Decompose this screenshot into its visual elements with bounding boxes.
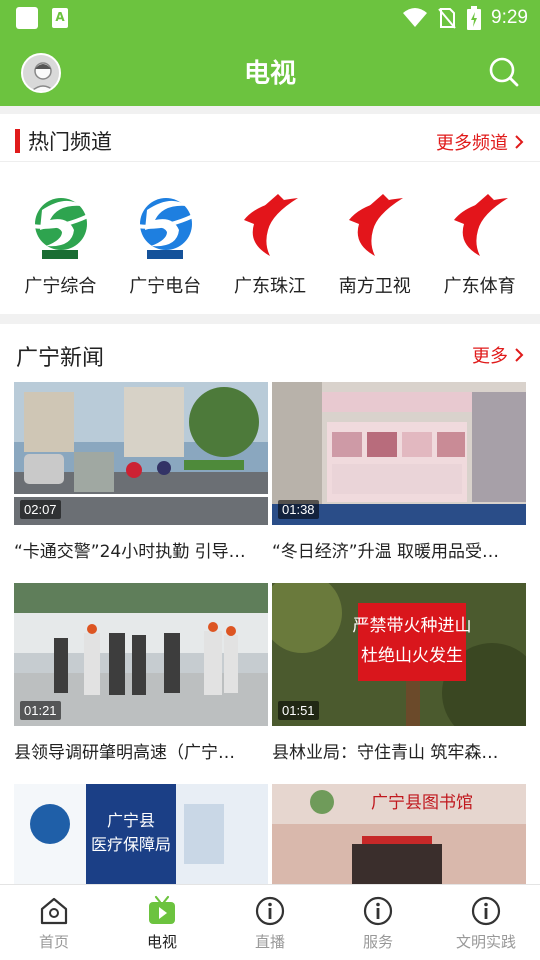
tab-services[interactable]: 服务 [324,885,432,960]
app-bar: 电视 [0,36,540,106]
section-marker [15,129,20,153]
tab-tv[interactable]: 电视 [108,885,216,960]
channel-item[interactable]: 广宁综合 [12,186,108,301]
video-thumbnail: 02:07 [14,382,268,525]
news-grid: 02:07 “卡通交警”24小时执勤 引导… 01:38 “冬日经济”升温 取暖… [14,382,526,884]
thumb-library-sign: 广宁县图书馆 [371,793,473,813]
tab-home[interactable]: 首页 [0,885,108,960]
divider [0,314,540,324]
more-channels-label: 更多频道 [436,133,508,154]
gnt-green-logo-icon [32,198,90,259]
video-thumbnail: 01:38 [272,382,526,525]
video-duration: 02:07 [20,500,61,519]
gdtv-logo-icon [348,194,403,256]
channel-label: 南方卫视 [338,276,411,297]
news-card[interactable]: 02:07 “卡通交警”24小时执勤 引导… [14,382,268,562]
thumb-banner-line-2: 杜绝山火发生 [361,646,463,666]
news-caption: “卡通交警”24小时执勤 引导… [14,542,246,562]
bottom-tab-bar: 首页 电视 直播 服务 文明实践 [0,884,540,960]
page-title: 电视 [243,59,296,89]
channel-list: 广宁综合 广宁电台 广东珠江 南方卫视 广东体育 [0,186,540,301]
tab-label: 首页 [38,933,69,951]
home-icon [40,897,68,925]
news-card[interactable]: 01:21 县领导调研肇明高速（广宁… [14,583,268,763]
news-card[interactable]: 广宁县图书馆 [272,784,526,884]
news-card[interactable]: 广宁县 医疗保障局 [14,784,268,884]
tab-label: 文明实践 [455,933,516,951]
divider [0,106,540,114]
section-title: 广宁新闻 [16,346,105,371]
more-news-label: 更多 [472,346,508,367]
channel-label: 广宁电台 [129,276,202,297]
video-duration: 01:21 [20,701,61,720]
tab-civilization-practice[interactable]: 文明实践 [432,885,540,960]
channel-item[interactable]: 广东体育 [432,186,528,301]
channel-item[interactable]: 南方卫视 [327,186,423,301]
gdtv-logo-icon [243,194,298,256]
channel-item[interactable]: 广宁电台 [117,186,213,301]
video-thumbnail: 广宁县 医疗保障局 [14,784,268,884]
news-card[interactable]: 严禁带火种进山 杜绝山火发生 01:51 县林业局：守住青山 筑牢森… [272,583,526,763]
channel-item[interactable]: 广东珠江 [222,186,318,301]
chevron-right-icon [515,348,524,362]
channel-label: 广宁综合 [24,276,97,297]
video-thumbnail: 严禁带火种进山 杜绝山火发生 01:51 [272,583,526,726]
thumb-banner-line-1: 严禁带火种进山 [353,616,472,636]
section-title: 热门频道 [28,130,112,154]
video-duration: 01:38 [278,500,319,519]
more-channels-link[interactable]: 更多频道 [436,129,524,155]
wifi-icon [403,8,428,27]
info-icon [363,896,393,926]
thumb-sign-line-1: 广宁县 [107,811,155,830]
video-thumbnail: 01:21 [14,583,268,726]
accessibility-icon: A [52,8,68,28]
news-header: 广宁新闻 更多 [0,324,540,380]
hot-channels-header: 热门频道 更多频道 [0,114,540,162]
news-card[interactable]: 01:38 “冬日经济”升温 取暖用品受… [272,382,526,562]
gnt-blue-logo-icon [136,198,195,259]
battery-icon [467,6,482,30]
news-caption: 县领导调研肇明高速（广宁… [14,743,235,763]
tab-label: 电视 [146,933,177,951]
info-icon [471,896,501,926]
clock: 9:29 [491,7,528,28]
gdtv-logo-icon [453,194,508,256]
tab-label: 服务 [362,933,393,951]
more-news-link[interactable]: 更多 [472,342,524,368]
channel-label: 广东珠江 [233,276,306,297]
info-icon [255,896,285,926]
news-caption: 县林业局：守住青山 筑牢森… [272,743,499,763]
news-caption: “冬日经济”升温 取暖用品受… [272,542,500,562]
status-bar: A 9:29 [0,0,540,36]
channel-label: 广东体育 [443,276,516,297]
no-sim-icon [438,8,456,29]
tv-icon [149,895,175,924]
video-duration: 01:51 [278,701,319,720]
thumb-sign-line-2: 医疗保障局 [91,835,171,854]
tab-label: 直播 [254,933,285,951]
tab-live[interactable]: 直播 [216,885,324,960]
video-thumbnail: 广宁县图书馆 [272,784,526,884]
search-icon[interactable] [488,56,520,88]
notification-icon [16,7,38,29]
chevron-right-icon [515,135,524,149]
